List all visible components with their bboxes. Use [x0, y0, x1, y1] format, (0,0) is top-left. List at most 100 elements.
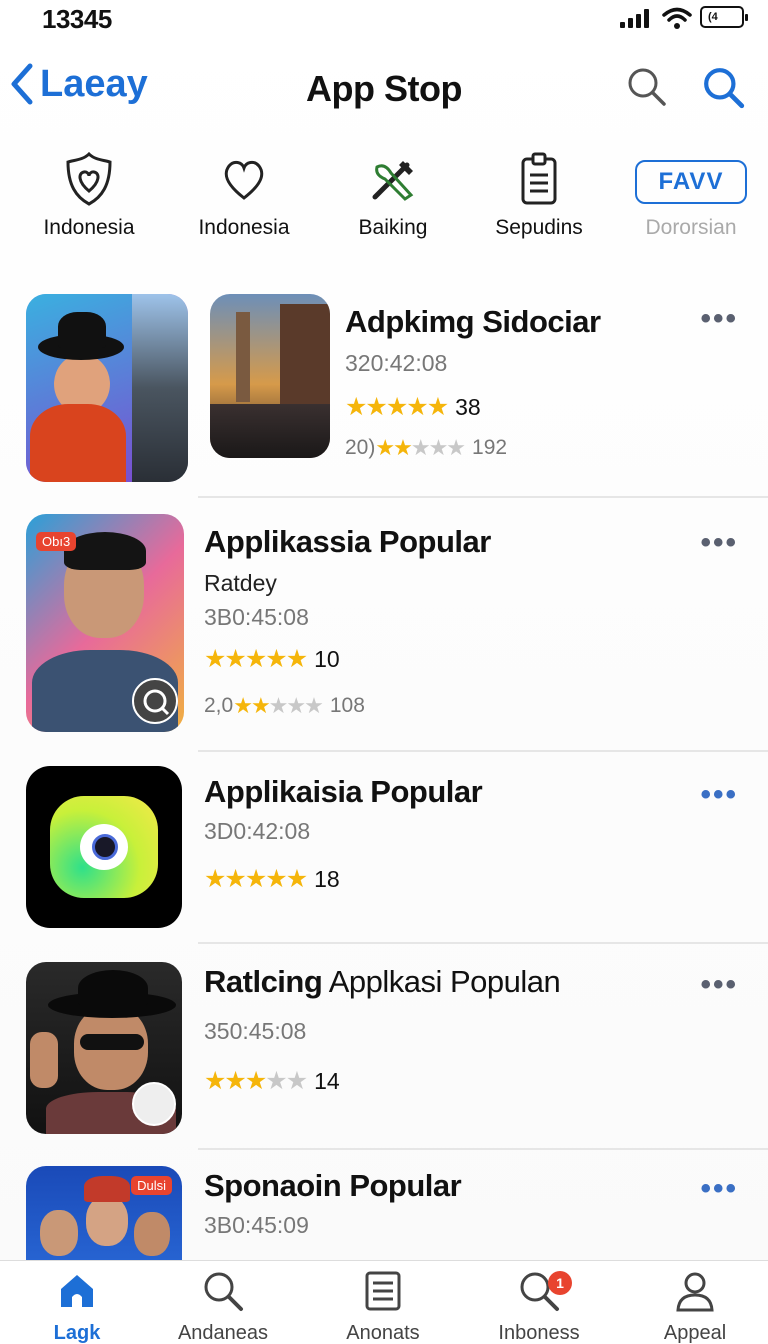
app-meta: 350:45:08: [204, 1018, 307, 1044]
category-label: Sepudins: [495, 216, 583, 239]
app-thumbnail[interactable]: [26, 962, 182, 1134]
app-thumbnail[interactable]: Obı3: [26, 514, 184, 732]
search-icon: [204, 1272, 243, 1311]
star-icon: ★: [304, 693, 324, 718]
notification-badge: 1: [548, 1271, 572, 1295]
document-icon: [365, 1271, 401, 1311]
star-icon: ★: [204, 1067, 226, 1095]
star-icon: ★: [375, 435, 395, 460]
wifi-icon: [662, 7, 692, 29]
rating-prefix: 2,0: [204, 694, 234, 717]
category-label: Baiking: [358, 216, 428, 239]
status-bar: 13345 (4: [0, 0, 768, 40]
app-meta: 3D0:42:08: [204, 818, 311, 844]
app-title: Sponaoin Popular: [204, 1168, 462, 1203]
app-rating: ★ ★ ★ ★ ★ 38: [345, 394, 481, 421]
category-item[interactable]: Indonesia: [169, 148, 319, 240]
more-options-button[interactable]: •••: [700, 970, 738, 1000]
app-subrating: 20) ★ ★ ★ ★ ★ 192: [345, 436, 507, 460]
category-item[interactable]: Indonesia: [14, 148, 164, 240]
category-item[interactable]: FAVV Dororsian: [614, 148, 768, 240]
star-icon: ★: [393, 435, 413, 460]
tab-document[interactable]: Anonats: [306, 1269, 460, 1344]
tab-label: Lagk: [53, 1322, 101, 1344]
app-rating: ★ ★ ★ ★ ★ 14: [204, 1068, 340, 1095]
search-icon[interactable]: [626, 66, 668, 108]
tab-home[interactable]: Lagk: [0, 1269, 154, 1344]
more-options-button[interactable]: •••: [700, 1174, 738, 1204]
more-options-button[interactable]: •••: [700, 780, 738, 810]
shield-heart-icon: [66, 151, 112, 206]
divider: [198, 750, 768, 752]
person-icon: [676, 1272, 714, 1312]
battery-label: (4: [708, 11, 718, 23]
star-icon: ★: [265, 865, 287, 893]
app-store-screen: 13345 (4 Laeay App Stop Indonesia Indone…: [0, 0, 768, 1344]
app-title: Applikaisia Popular: [204, 774, 483, 809]
category-label: Dororsian: [645, 216, 737, 239]
star-icon: ★: [233, 693, 253, 718]
star-icon: ★: [250, 693, 271, 718]
heart-icon: [224, 160, 264, 200]
more-options-button[interactable]: •••: [700, 528, 738, 558]
star-icon: ★: [244, 1067, 267, 1095]
app-meta: 3B0:45:09: [204, 1212, 309, 1238]
divider: [198, 1148, 768, 1150]
app-title: Ratlcing Applkasi Populan: [204, 964, 561, 1000]
divider: [198, 496, 768, 498]
category-row: Indonesia Indonesia Baiking Sepudins FAV…: [0, 148, 768, 248]
app-rating: ★ ★ ★ ★ ★ 18: [204, 866, 340, 893]
category-label: Indonesia: [43, 216, 135, 239]
app-title-bold: Ratlcing: [204, 964, 323, 999]
app-title-rest: Applkasi Populan: [328, 964, 561, 999]
rating-count: 192: [472, 436, 508, 459]
tab-profile[interactable]: Appeal: [618, 1269, 768, 1344]
rating-count: 108: [329, 694, 365, 717]
app-title: Adpkimg Sidociar: [345, 304, 601, 339]
tab-label: Inboness: [498, 1322, 580, 1344]
rating-count: 14: [314, 1068, 340, 1094]
person-icon: [132, 1082, 176, 1126]
battery-icon: (4: [700, 6, 748, 28]
search-icon[interactable]: [702, 66, 746, 110]
app-subtitle: Ratdey: [204, 570, 277, 596]
favorites-button[interactable]: FAVV: [634, 160, 748, 204]
star-icon: ★: [406, 393, 428, 421]
star-icon: ★: [446, 435, 466, 460]
rating-prefix: 20): [345, 436, 376, 459]
home-icon: [61, 1275, 93, 1307]
star-icon: ★: [285, 645, 308, 673]
star-icon: ★: [286, 693, 306, 718]
tab-label: Andaneas: [177, 1322, 269, 1344]
star-icon: ★: [426, 393, 449, 421]
app-thumbnail[interactable]: [26, 294, 188, 482]
rating-count: 38: [455, 394, 481, 420]
rating-count: 10: [314, 646, 340, 672]
star-icon: ★: [224, 865, 246, 893]
app-meta: 320:42:08: [345, 350, 448, 376]
tab-search[interactable]: Andaneas: [146, 1269, 300, 1344]
star-icon: ★: [345, 393, 367, 421]
star-icon: ★: [268, 693, 289, 718]
star-icon: ★: [285, 865, 308, 893]
navigation-bar: Laeay App Stop: [0, 56, 768, 126]
search-icon: [132, 678, 178, 724]
star-icon: ★: [224, 1067, 246, 1095]
tools-icon: [372, 161, 414, 201]
tab-label: Appeal: [663, 1322, 727, 1344]
app-thumbnail[interactable]: [26, 766, 182, 928]
app-thumbnail[interactable]: [210, 294, 330, 458]
category-item[interactable]: Sepudins: [464, 148, 614, 240]
star-icon: ★: [265, 1067, 287, 1095]
category-item[interactable]: Baiking: [318, 148, 468, 240]
app-rating: ★ ★ ★ ★ ★ 10: [204, 646, 340, 673]
more-options-button[interactable]: •••: [700, 304, 738, 334]
tab-label: Anonats: [346, 1322, 420, 1344]
star-icon: ★: [365, 393, 387, 421]
star-icon: ★: [385, 393, 408, 421]
star-icon: ★: [285, 1067, 308, 1095]
tab-inbox[interactable]: 1 Inboness: [462, 1269, 616, 1344]
signal-icon: [620, 8, 649, 28]
status-time: 13345: [42, 4, 112, 34]
star-icon: ★: [224, 645, 246, 673]
